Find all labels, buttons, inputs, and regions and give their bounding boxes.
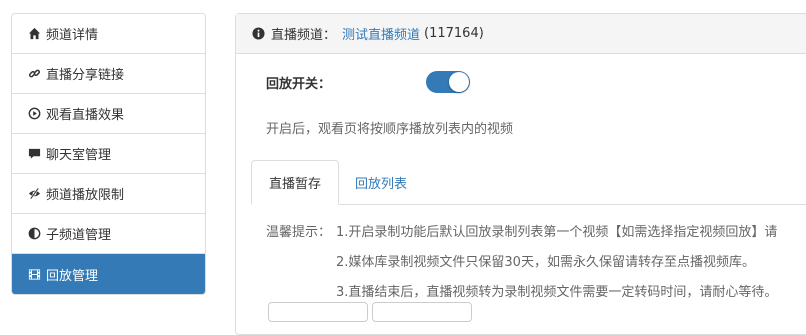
adjust-icon [27,227,41,241]
comment-icon [27,147,41,161]
toggle-knob [449,72,469,92]
sidebar-item-label: 频道播放限制 [46,188,125,203]
tip-line: 温馨提示： 1.开启录制功能后默认回放录制列表第一个视频【如需选择指定视频回放】请 [266,224,777,254]
film-icon [27,267,41,281]
tip-text: 2.媒体库录制视频文件只保留30天，如需永久保留请转存至点播视频库。 [336,255,755,270]
tab-playback-list[interactable]: 回放列表 [341,160,421,204]
channel-id: (117164) [424,26,484,41]
sidebar-item-watch-effect[interactable]: 观看直播效果 [12,94,205,134]
tip-text: 1.开启录制功能后默认回放录制列表第一个视频【如需选择指定视频回放】请 [336,225,778,240]
tips-block: 温馨提示： 1.开启录制功能后默认回放录制列表第一个视频【如需选择指定视频回放】请… [266,224,777,314]
sidebar-item-playback[interactable]: 回放管理 [12,254,205,294]
sidebar-item-label: 子频道管理 [46,228,112,243]
sidebar-item-share-link[interactable]: 直播分享链接 [12,54,205,94]
channel-name-link[interactable]: 测试直播频道 [342,24,420,43]
tip-line: 2.媒体库录制视频文件只保留30天，如需永久保留请转存至点播视频库。 [266,254,777,284]
link-icon [27,67,41,81]
playback-switch-label: 回放开关： [266,76,332,92]
tip-text: 3.直播结束后，直播视频转为录制视频文件需要一定转码时间，请耐心等待。 [336,285,778,300]
panel-header: 直播频道： 测试直播频道 (117164) [236,14,806,54]
playback-hint: 开启后，观看页将按顺序播放列表内的视频 [266,122,514,137]
sidebar-item-label: 回放管理 [46,268,99,284]
sidebar-nav: 频道详情 直播分享链接 观看直播效果 聊天室管理 频道播放限制 子频道管理 回放… [11,13,206,295]
tab-bar: 直播暂存 回放列表 [251,160,806,205]
playback-switch-row: 回放开关： [266,69,470,95]
sidebar-item-sub-channel[interactable]: 子频道管理 [12,214,205,254]
action-button-stub[interactable] [372,302,472,322]
sidebar-item-label: 频道详情 [46,28,99,43]
sidebar-item-channel-details[interactable]: 频道详情 [12,14,205,54]
sidebar-item-chatroom[interactable]: 聊天室管理 [12,134,205,174]
tab-live-cache[interactable]: 直播暂存 [251,160,339,205]
sidebar-item-label: 直播分享链接 [46,68,125,83]
home-icon [27,27,41,41]
sidebar-item-label: 观看直播效果 [46,108,125,123]
sidebar-item-label: 聊天室管理 [46,148,112,163]
playback-toggle[interactable] [426,71,470,93]
playback-panel: 直播频道： 测试直播频道 (117164) 回放开关： 开启后，观看页将按顺序播… [235,13,806,335]
play-circle-icon [27,107,41,121]
info-circle-icon [252,27,265,40]
sidebar-item-play-limit[interactable]: 频道播放限制 [12,174,205,214]
action-button-stub[interactable] [268,302,368,322]
header-prefix: 直播频道： [271,28,337,43]
eye-slash-icon [27,187,41,201]
tips-prefix: 温馨提示： [266,225,332,240]
